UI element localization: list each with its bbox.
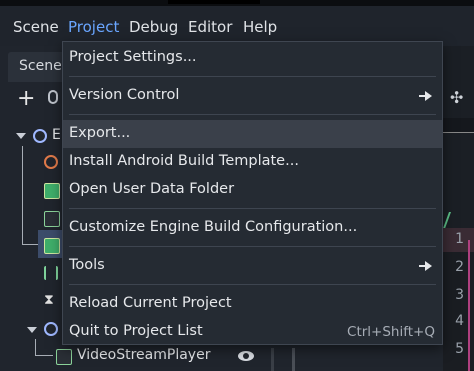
node-3d-icon — [33, 129, 47, 143]
line-number: 1 — [455, 231, 464, 247]
menu-item-install-android-build-template[interactable]: Install Android Build Template... — [63, 148, 442, 176]
menu-separator — [69, 114, 436, 115]
menu-item-label: Install Android Build Template... — [69, 153, 299, 169]
dock-splitter[interactable] — [292, 348, 295, 371]
globe-icon — [44, 155, 58, 169]
submenu-arrow-icon — [419, 91, 432, 101]
menu-item-label: Version Control — [69, 87, 180, 103]
root-node-label[interactable]: E — [52, 127, 61, 143]
menu-item-version-control[interactable]: Version Control — [63, 82, 442, 110]
dock-splitter[interactable] — [271, 348, 274, 371]
menu-help[interactable]: Help — [243, 18, 277, 36]
link-icon[interactable] — [48, 90, 58, 104]
node-3d-icon — [44, 322, 58, 336]
texture-rect-icon — [44, 183, 60, 199]
texture-rect-icon — [44, 238, 60, 254]
menu-item-customize-engine-build[interactable]: Customize Engine Build Configuration... — [63, 214, 442, 242]
project-menu-popup: Project Settings... Version Control Expo… — [62, 41, 443, 345]
menu-item-quit-to-project-list[interactable]: Quit to Project List Ctrl+Shift+Q — [63, 318, 442, 346]
menu-separator — [69, 284, 436, 285]
menu-item-label: Open User Data Folder — [69, 181, 235, 197]
move-icon[interactable]: ✣ — [450, 88, 463, 107]
menu-item-label: Export... — [69, 125, 131, 141]
tree-guide-line — [22, 146, 23, 244]
guide-line — [468, 240, 470, 371]
title-strip-blip — [168, 0, 260, 4]
menu-item-tools[interactable]: Tools — [63, 252, 442, 280]
submenu-arrow-icon — [419, 261, 432, 271]
line-number: 4 — [455, 313, 464, 329]
hourglass-icon: ⧗ — [44, 292, 54, 308]
menu-item-label: Customize Engine Build Configuration... — [69, 219, 358, 235]
menu-item-open-user-data-folder[interactable]: Open User Data Folder — [63, 176, 442, 204]
menu-item-reload-current-project[interactable]: Reload Current Project — [63, 290, 442, 318]
tab-scene-label: Scene — [19, 58, 62, 74]
menu-separator — [69, 76, 436, 77]
video-stream-player-icon — [56, 349, 72, 365]
menu-item-label: Tools — [69, 257, 105, 273]
menu-item-label: Project Settings... — [69, 49, 197, 65]
collapse-arrow-icon[interactable] — [16, 133, 26, 139]
visibility-eye-icon[interactable] — [238, 351, 254, 361]
panel-icon — [44, 211, 60, 227]
tab-scene[interactable]: Scene — [8, 52, 70, 82]
menu-scene[interactable]: Scene — [13, 18, 59, 36]
menu-item-shortcut: Ctrl+Shift+Q — [347, 324, 435, 340]
tree-guide-branch — [35, 355, 53, 356]
line-number: 3 — [455, 287, 464, 303]
menu-item-label: Reload Current Project — [69, 295, 232, 311]
collapse-arrow-icon[interactable] — [27, 327, 37, 333]
menubar: Scene Project Debug Editor Help — [0, 6, 474, 46]
menu-separator — [69, 208, 436, 209]
line-number: 2 — [455, 259, 464, 275]
line-number: 5 — [455, 341, 464, 357]
menu-project[interactable]: Project — [68, 18, 119, 36]
menu-separator — [69, 246, 436, 247]
menu-editor[interactable]: Editor — [188, 18, 232, 36]
menu-item-export[interactable]: Export... — [63, 120, 442, 148]
grid-container-icon — [44, 266, 58, 280]
tree-node-label[interactable]: VideoStreamPlayer — [77, 347, 210, 363]
ruler — [443, 118, 474, 133]
menu-debug[interactable]: Debug — [129, 18, 178, 36]
menu-item-project-settings[interactable]: Project Settings... — [63, 44, 442, 72]
add-node-icon[interactable]: + — [17, 86, 35, 111]
tree-guide-line — [35, 339, 36, 355]
menu-item-label: Quit to Project List — [69, 323, 203, 339]
